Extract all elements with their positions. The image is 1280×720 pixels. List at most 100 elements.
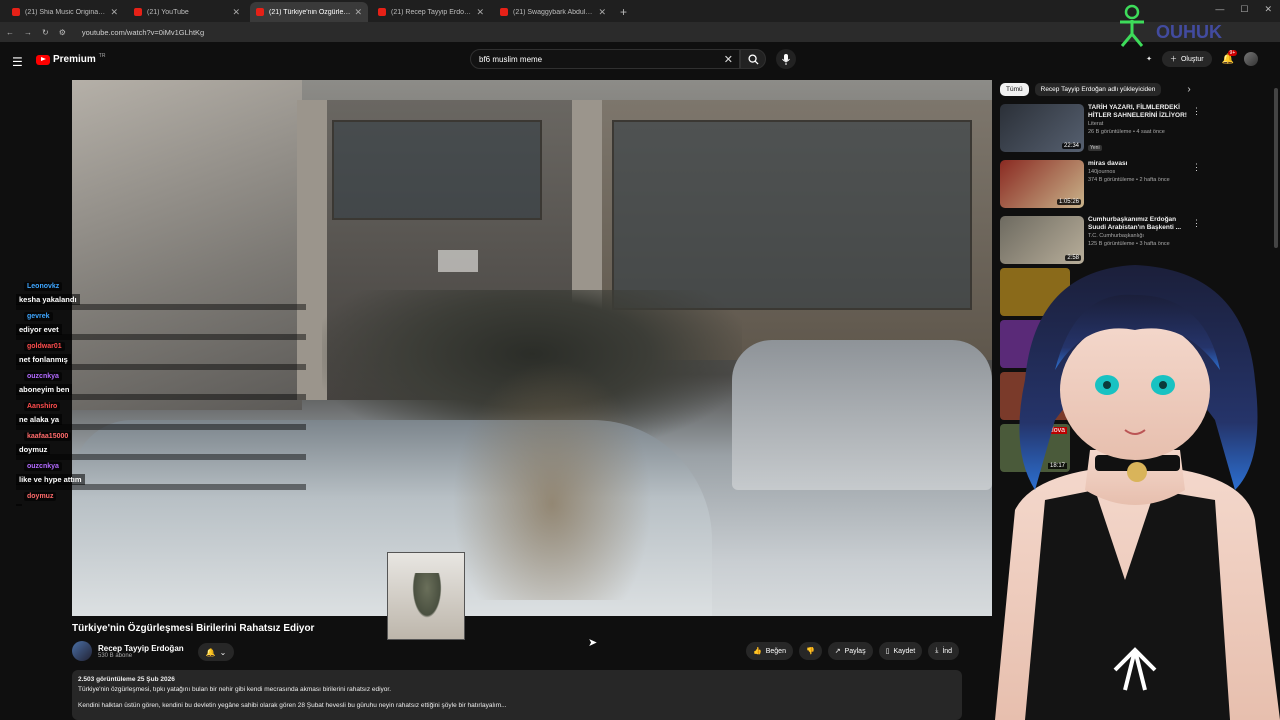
page-scrollbar[interactable] [1274,88,1278,248]
close-tab-icon[interactable]: ✕ [232,7,240,18]
chat-message: Leonovkz kesha yakalandı [16,282,306,312]
new-tab-button[interactable]: + [616,2,631,22]
address-bar: ← → ↻ ⚙ youtube.com/watch?v=0iMv1GLhtKg [0,22,1280,42]
share-icon: ↗ [834,648,841,655]
chat-username: kaafaa15000 [24,432,72,441]
chat-message: goldwar01 net fonlanmış [16,342,306,372]
description-line: Kendini halktan üstün gören, kendini bu … [78,702,507,709]
recommendation-meta: 26 B görüntüleme • 4 saat önce [1088,129,1165,135]
url-field[interactable]: youtube.com/watch?v=0iMv1GLhtKg [82,28,204,37]
video-frame-window [332,120,542,220]
video-thumbnail[interactable]: 1:05:26 [1000,160,1084,208]
video-actions: 👍 Beğen 👎 ↗ Paylaş ▯ Kaydet ⤓ İnd [746,642,960,660]
clear-search-icon[interactable]: ✕ [724,53,733,66]
notifications-button[interactable]: 🔔 9+ [1222,49,1238,65]
mouse-cursor-icon: ➤ [588,637,598,649]
recommendation-channel: Literat [1088,121,1104,127]
subscriber-count: 530 B abone [98,652,133,659]
search-icon [747,53,759,65]
search-input[interactable]: bf6 muslim meme ✕ [470,49,740,69]
thumbs-down-icon: 👎 [805,648,815,655]
browser-tab[interactable]: (21) YouTube ✕ [128,2,246,22]
chat-username: ouzcnkya [24,372,62,381]
description-line: Türkiye'nin özgürleşmesi, tıpkı yatağını… [78,686,392,693]
site-info-icon[interactable]: ⚙ [59,28,66,37]
save-button[interactable]: ▯ Kaydet [878,642,923,660]
close-tab-icon[interactable]: ✕ [110,7,118,18]
youtube-favicon-icon [134,8,142,16]
bookmark-icon: ▯ [885,648,890,655]
chat-backdrop [16,484,306,490]
recommended-video[interactable]: 1:05:26 miras davası 140journos 374 B gö… [1000,156,1280,210]
account-avatar[interactable] [1244,52,1258,66]
video-title: Türkiye'nin Özgürleşmesi Birilerini Raha… [72,623,315,634]
youtube-favicon-icon [12,8,20,16]
chat-backdrop [16,424,306,430]
chat-username: ouzcnkya [24,462,62,471]
chat-message: gevrek ediyor evet [16,312,306,342]
new-badge: Yeni [1088,145,1102,151]
stream-chat-overlay: Leonovkz kesha yakalandı gevrek ediyor eve… [16,282,306,522]
forward-icon[interactable]: → [24,28,32,37]
youtube-favicon-icon [256,8,264,16]
create-button[interactable]: ＋ Oluştur [1161,51,1212,67]
chat-username: Leonovkz [24,282,63,291]
subscription-bell-button[interactable]: 🔔 ⌄ [198,643,234,661]
chevron-down-icon: ⌄ [219,647,227,657]
video-duration: 1:05:26 [1056,199,1081,205]
chat-username: gevrek [24,312,53,321]
channel-name[interactable]: Recep Tayyip Erdoğan [98,644,184,653]
webcam-person [410,573,444,623]
chat-username: goldwar01 [24,342,65,351]
video-description[interactable]: 2.503 görüntüleme 25 Şub 2026 Türkiye'ni… [72,670,962,720]
share-button[interactable]: ↗ Paylaş [827,642,873,660]
search-query: bf6 muslim meme [479,54,543,64]
hamburger-menu-icon[interactable]: ☰ [12,55,23,69]
filter-chips: Tümü Recep Tayyip Erdoğan adlı yükleyici… [1000,80,1280,98]
dislike-button[interactable]: 👎 [798,642,822,660]
chat-backdrop [16,334,306,340]
close-tab-icon[interactable]: ✕ [476,7,484,18]
close-tab-icon[interactable]: ✕ [354,7,362,18]
search-button[interactable] [740,49,766,69]
recommendation-channel: 140journos [1088,169,1116,175]
more-options-icon[interactable]: ⋮ [1192,162,1201,173]
recommendation-meta: 125 B görüntüleme • 3 hafta önce [1088,241,1170,247]
chat-message: ouzcnkya aboneyim ben [16,372,306,402]
more-options-icon[interactable]: ⋮ [1192,106,1201,117]
browser-tab[interactable]: (21) Shia Music Original Ali Ali✕ [6,2,124,22]
reload-icon[interactable]: ↻ [42,28,49,37]
video-frame-window [612,120,972,310]
chat-message: ouzcnkya like ve hype attım [16,462,306,492]
chat-username: Aanshiro [24,402,61,411]
microphone-icon [782,53,790,65]
chip-all[interactable]: Tümü [1000,82,1029,96]
video-thumbnail[interactable]: 22:34 [1000,104,1084,152]
recommendation-title: Cumhurbaşkanımız Erdoğan Suudi Arabistan… [1088,216,1182,231]
chevron-right-icon[interactable]: › [1187,84,1190,95]
channel-avatar[interactable] [72,641,92,661]
browser-tab[interactable]: (21) Recep Tayyip Erdoğan - Yo✕ [372,2,490,22]
recommendation-title: miras davası [1088,160,1128,167]
svg-text:OUHUK: OUHUK [1156,22,1222,42]
cast-icon[interactable]: ✦ [1146,55,1152,63]
like-button[interactable]: 👍 Beğen [746,642,793,660]
chat-username: doymuz [24,492,57,501]
notification-badge: 9+ [1227,49,1238,56]
youtube-premium-logo[interactable]: Premium TR [36,53,105,65]
recommendation-channel: T.C. Cumhurbaşkanlığı [1088,233,1144,239]
more-options-icon[interactable]: ⋮ [1192,218,1201,229]
video-frame-tree [452,360,652,600]
back-icon[interactable]: ← [6,28,14,37]
streamer-logo-icon: OUHUK [1120,4,1222,47]
chip-from-uploader[interactable]: Recep Tayyip Erdoğan adlı yükleyiciden [1034,82,1162,96]
recommendations-sidebar: Tümü Recep Tayyip Erdoğan adlı yükleyici… [1000,80,1280,266]
download-icon: ⤓ [935,647,939,654]
browser-tab[interactable]: (21) Swaggybark Abdulkadir Gü✕ [494,2,612,22]
recommended-video[interactable]: 22:34 TARİH YAZARI, FİLMLERDEKİ HİTLER S… [1000,100,1280,154]
chat-backdrop [16,304,306,310]
browser-tab-active[interactable]: (21) Türkiye'nin Özgürleşme ✕ [250,2,368,22]
voice-search-button[interactable] [776,49,796,69]
close-tab-icon[interactable]: ✕ [598,7,606,18]
video-duration: 22:34 [1061,143,1081,149]
